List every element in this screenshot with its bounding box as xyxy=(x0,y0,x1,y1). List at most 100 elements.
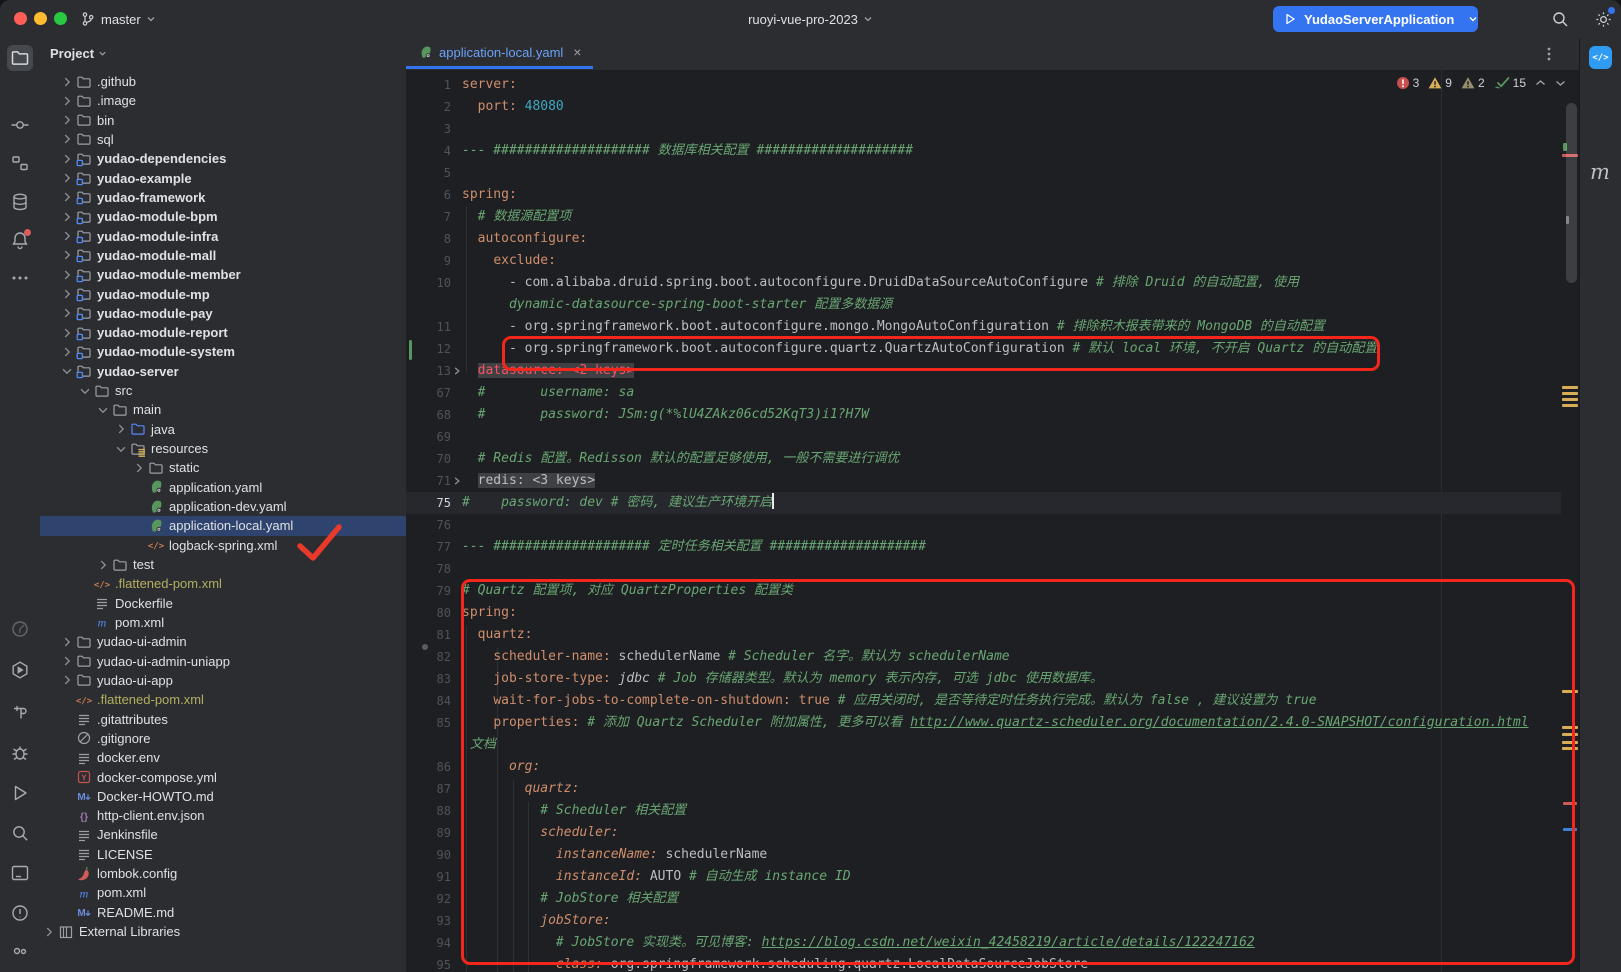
chevron-right-icon[interactable] xyxy=(58,131,75,147)
code-text[interactable]: spring: xyxy=(462,184,517,206)
chevron-right-icon[interactable] xyxy=(58,653,75,669)
tree-item-yudao-module-mp[interactable]: yudao-module-mp xyxy=(40,284,406,304)
code-text[interactable]: wait-for-jobs-to-complete-on-shutdown: t… xyxy=(462,690,1317,712)
chevron-right-icon[interactable] xyxy=(58,189,75,205)
tree-item-yudao-module-bpm[interactable]: yudao-module-bpm xyxy=(40,207,406,227)
code-text[interactable]: exclude: xyxy=(462,250,556,272)
tree-item-external-libraries[interactable]: External Libraries xyxy=(40,922,406,942)
tree-item-sql[interactable]: sql xyxy=(40,129,406,149)
chevron-right-icon[interactable] xyxy=(58,228,75,244)
tree-item-static[interactable]: static xyxy=(40,458,406,478)
code-text[interactable]: datasource: <2 keys> xyxy=(462,360,634,382)
run-icon[interactable] xyxy=(7,780,33,806)
project-panel-header[interactable]: Project xyxy=(50,46,107,61)
chevron-down-icon[interactable] xyxy=(1468,14,1478,24)
tree-item-application-local-yaml[interactable]: application-local.yaml xyxy=(40,516,406,536)
editor-area[interactable]: 1server:2 port: 4808034--- #############… xyxy=(406,70,1580,972)
search-everywhere-button[interactable] xyxy=(1549,8,1571,30)
code-text[interactable]: # JobStore 相关配置 xyxy=(462,888,678,910)
tree-item-gitignore[interactable]: .gitignore xyxy=(40,728,406,748)
chevron-right-icon[interactable] xyxy=(58,267,75,283)
code-text[interactable]: # Quartz 配置项, 对应 QuartzProperties 配置类 xyxy=(462,580,793,602)
chevron-right-icon[interactable] xyxy=(58,247,75,263)
tree-item-image[interactable]: .image xyxy=(40,91,406,111)
code-text[interactable]: scheduler-name: schedulerName # Schedule… xyxy=(462,646,1010,668)
editor-scrollbar-thumb[interactable] xyxy=(1566,103,1577,283)
code-text[interactable]: # Scheduler 相关配置 xyxy=(462,800,686,822)
project-folder-icon[interactable] xyxy=(7,45,33,71)
tree-item-yudao-module-pay[interactable]: yudao-module-pay xyxy=(40,303,406,323)
code-text[interactable]: # Redis 配置。Redisson 默认的配置足够使用, 一般不需要进行调优 xyxy=(462,448,899,470)
code-text[interactable]: # password: JSm:g(*%lU4ZAkz06cd52KqT3)i1… xyxy=(462,404,869,426)
tree-item-yudao-ui-admin[interactable]: yudao-ui-admin xyxy=(40,632,406,652)
services-icon[interactable] xyxy=(7,657,33,683)
notifications-icon[interactable] xyxy=(7,227,33,253)
code-text[interactable]: # password: dev # 密码, 建议生产环境开启 xyxy=(462,492,774,514)
chevron-right-icon[interactable] xyxy=(58,325,75,341)
debug-bug-icon[interactable] xyxy=(7,740,33,766)
commit-icon[interactable] xyxy=(7,112,33,138)
fold-arrow-icon[interactable] xyxy=(451,366,462,376)
tree-item-yudao-module-member[interactable]: yudao-module-member xyxy=(40,265,406,285)
ai-assistant-icon[interactable]: </> xyxy=(1589,46,1612,69)
code-text[interactable]: quartz: xyxy=(462,778,579,800)
chevron-right-icon[interactable] xyxy=(40,924,57,940)
stripe-mark-warning[interactable] xyxy=(1562,726,1578,729)
tree-item-http-client-env-json[interactable]: {}http-client.env.json xyxy=(40,806,406,826)
code-text[interactable]: server: xyxy=(462,74,517,96)
editor-options-kebab-icon[interactable] xyxy=(1540,45,1558,63)
chevron-right-icon[interactable] xyxy=(58,74,75,90)
tree-item-yudao-ui-admin-uniapp[interactable]: yudao-ui-admin-uniapp xyxy=(40,651,406,671)
stripe-mark-warning[interactable] xyxy=(1562,404,1578,407)
tab-close-icon[interactable]: × xyxy=(573,44,581,60)
problems-icon[interactable] xyxy=(7,900,33,926)
tree-item-java[interactable]: java xyxy=(40,419,406,439)
chevron-right-icon[interactable] xyxy=(58,286,75,302)
stripe-mark-warning[interactable] xyxy=(1562,690,1578,693)
tree-item-yudao-module-infra[interactable]: yudao-module-infra xyxy=(40,226,406,246)
code-text[interactable]: scheduler: xyxy=(462,822,619,844)
tree-item-docker-env[interactable]: docker.env xyxy=(40,748,406,768)
chevron-right-icon[interactable] xyxy=(58,634,75,650)
next-problem-chevron-icon[interactable] xyxy=(1555,79,1566,87)
tree-item-pom-xml[interactable]: mpom.xml xyxy=(40,612,406,632)
chevron-down-icon[interactable] xyxy=(112,441,129,457)
code-text[interactable]: instanceName: schedulerName xyxy=(462,844,767,866)
chevron-right-icon[interactable] xyxy=(112,421,129,437)
chevron-right-icon[interactable] xyxy=(58,672,75,688)
tree-item-yudao-module-mall[interactable]: yudao-module-mall xyxy=(40,245,406,265)
code-text[interactable]: properties: # 添加 Quartz Scheduler 附加属性, … xyxy=(462,712,1529,734)
chevron-right-icon[interactable] xyxy=(130,460,147,476)
build-icon[interactable] xyxy=(7,699,33,725)
tree-item-flattened-pom-xml[interactable]: </>.flattened-pom.xml xyxy=(40,574,406,594)
code-text[interactable]: - org.springframework.boot.autoconfigure… xyxy=(462,338,1377,360)
code-text[interactable]: - com.alibaba.druid.spring.boot.autoconf… xyxy=(462,272,1299,294)
code-text[interactable]: dynamic-datasource-spring-boot-starter 配… xyxy=(462,294,892,316)
stripe-mark-warning[interactable] xyxy=(1562,392,1578,395)
chevron-down-icon[interactable] xyxy=(94,402,111,418)
chevron-down-icon[interactable] xyxy=(76,383,93,399)
tree-item-lombok-config[interactable]: lombok.config xyxy=(40,864,406,884)
code-text[interactable]: autoconfigure: xyxy=(462,228,587,250)
terminal-icon[interactable] xyxy=(7,860,33,886)
chevron-right-icon[interactable] xyxy=(58,93,75,109)
tree-item-yudao-framework[interactable]: yudao-framework xyxy=(40,187,406,207)
vcs-change-marker[interactable] xyxy=(409,340,412,360)
stripe-mark-warning[interactable] xyxy=(1562,398,1578,401)
tab-application-local-yaml[interactable]: application-local.yaml × xyxy=(406,38,593,69)
tree-item-readme-md[interactable]: MREADME.md xyxy=(40,902,406,922)
tree-item-main[interactable]: main xyxy=(40,400,406,420)
tree-item-license[interactable]: LICENSE xyxy=(40,844,406,864)
tree-item-application-yaml[interactable]: application.yaml xyxy=(40,477,406,497)
tree-item-github[interactable]: .github xyxy=(40,72,406,92)
tree-item-dockerfile[interactable]: Dockerfile xyxy=(40,593,406,613)
tree-item-flattened-pom-xml[interactable]: </>.flattened-pom.xml xyxy=(40,690,406,710)
tree-item-yudao-example[interactable]: yudao-example xyxy=(40,168,406,188)
chevron-right-icon[interactable] xyxy=(58,344,75,360)
code-text[interactable]: # username: sa xyxy=(462,382,634,404)
chevron-right-icon[interactable] xyxy=(94,557,111,573)
code-text[interactable]: - org.springframework.boot.autoconfigure… xyxy=(462,316,1325,338)
meet-icon[interactable] xyxy=(7,940,33,966)
tree-item-pom-xml[interactable]: mpom.xml xyxy=(40,883,406,903)
structure-icon[interactable] xyxy=(7,150,33,176)
